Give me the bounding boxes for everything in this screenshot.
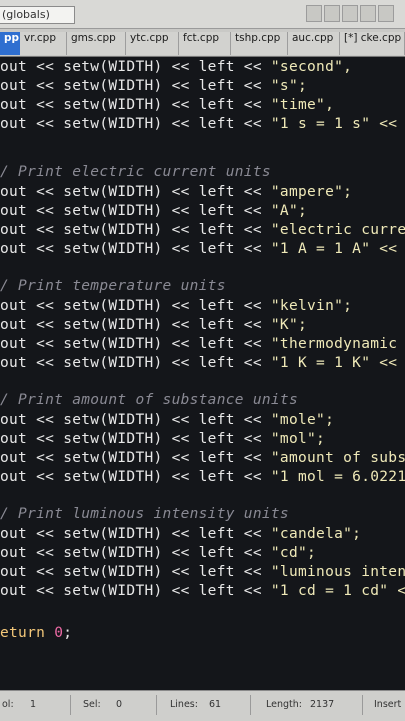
code-string: "1 K = 1 K" <<	[270, 355, 398, 371]
code-comment: / Print amount of substance units	[0, 392, 298, 408]
code-text: ;	[63, 625, 73, 641]
code-text: out << setw(WIDTH) << left <<	[0, 526, 271, 542]
code-string: "amount of subst	[270, 450, 405, 466]
code-string: "luminous intens	[270, 564, 405, 580]
tab-tshp-cpp[interactable]: tshp.cpp	[231, 32, 288, 55]
code-string: "thermodynamic	[270, 336, 398, 352]
code-text: out << setw(WIDTH) << left <<	[0, 412, 271, 428]
toolbar-button[interactable]	[324, 5, 340, 22]
status-sel-label: Sel:	[83, 699, 101, 710]
status-divider	[362, 695, 363, 715]
status-divider	[70, 695, 71, 715]
tab-gms-cpp[interactable]: gms.cpp	[67, 32, 126, 55]
code-comment: / Print electric current units	[0, 164, 271, 180]
code-line: out << setw(WIDTH) << left << "mole";	[0, 412, 334, 428]
tab-ytc-cpp[interactable]: ytc.cpp	[126, 32, 179, 55]
return-keyword: eturn	[0, 625, 55, 641]
status-lines-value: 61	[209, 699, 222, 710]
code-text: out << setw(WIDTH) << left <<	[0, 78, 271, 94]
toolbar-button[interactable]	[360, 5, 376, 22]
tab-auc-cpp[interactable]: auc.cpp	[288, 32, 340, 55]
code-string: "candela";	[270, 526, 362, 542]
code-text: out << setw(WIDTH) << left <<	[0, 116, 271, 132]
status-lines-label: Lines:	[170, 699, 198, 710]
status-mode: Insert	[374, 699, 402, 710]
code-text: out << setw(WIDTH) << left <<	[0, 583, 271, 599]
code-text: out << setw(WIDTH) << left <<	[0, 203, 271, 219]
status-col-label: ol:	[2, 699, 14, 710]
code-text: out << setw(WIDTH) << left <<	[0, 97, 271, 113]
code-string: "cd";	[270, 545, 317, 561]
code-line: out << setw(WIDTH) << left << "cd";	[0, 545, 316, 561]
tab-cke-cpp[interactable]: [*] cke.cpp	[340, 32, 405, 55]
code-line: out << setw(WIDTH) << left << "1 A = 1 A…	[0, 241, 397, 257]
code-string: "K";	[270, 317, 308, 333]
code-line: out << setw(WIDTH) << left << "luminous …	[0, 564, 405, 580]
code-string: "kelvin";	[270, 298, 353, 314]
code-string: "time",	[270, 97, 335, 113]
code-text: out << setw(WIDTH) << left <<	[0, 241, 271, 257]
code-line: out << setw(WIDTH) << left << "amount of…	[0, 450, 405, 466]
toolbar-button[interactable]	[378, 5, 394, 22]
code-string: "1 A = 1 A" <<	[270, 241, 398, 257]
code-comment: / Print luminous intensity units	[0, 506, 289, 522]
status-bar: ol: 1 Sel: 0 Lines: 61 Length: 2137 Inse…	[0, 690, 405, 721]
scope-dropdown[interactable]: (globals)	[0, 6, 75, 24]
code-line: out << setw(WIDTH) << left << "1 mol = 6…	[0, 469, 405, 485]
code-string: "mole";	[270, 412, 335, 428]
code-line: out << setw(WIDTH) << left << "K";	[0, 317, 307, 333]
code-string: "mol";	[270, 431, 326, 447]
code-line: out << setw(WIDTH) << left << "candela";	[0, 526, 361, 542]
code-line: out << setw(WIDTH) << left << "s";	[0, 78, 307, 94]
toolbar: (globals)	[0, 0, 405, 29]
code-text: out << setw(WIDTH) << left <<	[0, 317, 271, 333]
code-string: "s";	[270, 78, 308, 94]
code-line: out << setw(WIDTH) << left << "1 cd = 1 …	[0, 583, 405, 599]
code-line: out << setw(WIDTH) << left << "1 K = 1 K…	[0, 355, 397, 371]
code-line: out << setw(WIDTH) << left << "kelvin";	[0, 298, 352, 314]
tab-active-file[interactable]: pp	[0, 32, 20, 55]
code-text: out << setw(WIDTH) << left <<	[0, 564, 271, 580]
code-line: out << setw(WIDTH) << left << "thermodyn…	[0, 336, 397, 352]
code-text: out << setw(WIDTH) << left <<	[0, 222, 271, 238]
code-text: out << setw(WIDTH) << left <<	[0, 336, 271, 352]
status-divider	[156, 695, 157, 715]
tab-fct-cpp[interactable]: fct.cpp	[179, 32, 231, 55]
code-line: out << setw(WIDTH) << left << "electric …	[0, 222, 405, 238]
code-string: "1 s = 1 s" <<	[270, 116, 398, 132]
code-line-return: eturn 0;	[0, 625, 72, 641]
code-string: "A";	[270, 203, 308, 219]
toolbar-button[interactable]	[306, 5, 322, 22]
code-text: out << setw(WIDTH) << left <<	[0, 59, 271, 75]
code-text: out << setw(WIDTH) << left <<	[0, 298, 271, 314]
code-string: "1 mol = 6.02214	[270, 469, 405, 485]
code-text: out << setw(WIDTH) << left <<	[0, 450, 271, 466]
code-comment: / Print temperature units	[0, 278, 226, 294]
tab-vr-cpp[interactable]: vr.cpp	[20, 32, 67, 55]
code-editor[interactable]: out << setw(WIDTH) << left << "second", …	[0, 57, 405, 690]
status-length-label: Length:	[266, 699, 302, 710]
code-string: "second",	[270, 59, 353, 75]
code-string: "1 cd = 1 cd" <<	[270, 583, 405, 599]
code-string: "electric curre	[270, 222, 405, 238]
code-line: out << setw(WIDTH) << left << "ampere";	[0, 184, 352, 200]
code-string: "ampere";	[270, 184, 353, 200]
code-line: out << setw(WIDTH) << left << "mol";	[0, 431, 325, 447]
code-text: out << setw(WIDTH) << left <<	[0, 469, 271, 485]
return-value: 0	[54, 625, 64, 641]
code-line: out << setw(WIDTH) << left << "A";	[0, 203, 307, 219]
status-length-value: 2137	[310, 699, 335, 710]
status-divider	[250, 695, 251, 715]
code-line: out << setw(WIDTH) << left << "time",	[0, 97, 334, 113]
code-text: out << setw(WIDTH) << left <<	[0, 545, 271, 561]
code-line: out << setw(WIDTH) << left << "1 s = 1 s…	[0, 116, 397, 132]
toolbar-button[interactable]	[342, 5, 358, 22]
code-line: out << setw(WIDTH) << left << "second",	[0, 59, 352, 75]
file-tab-bar: pp vr.cpp gms.cpp ytc.cpp fct.cpp tshp.c…	[0, 29, 405, 57]
status-sel-value: 0	[116, 699, 123, 710]
code-text: out << setw(WIDTH) << left <<	[0, 184, 271, 200]
code-text: out << setw(WIDTH) << left <<	[0, 431, 271, 447]
code-text: out << setw(WIDTH) << left <<	[0, 355, 271, 371]
status-col-value: 1	[30, 699, 37, 710]
